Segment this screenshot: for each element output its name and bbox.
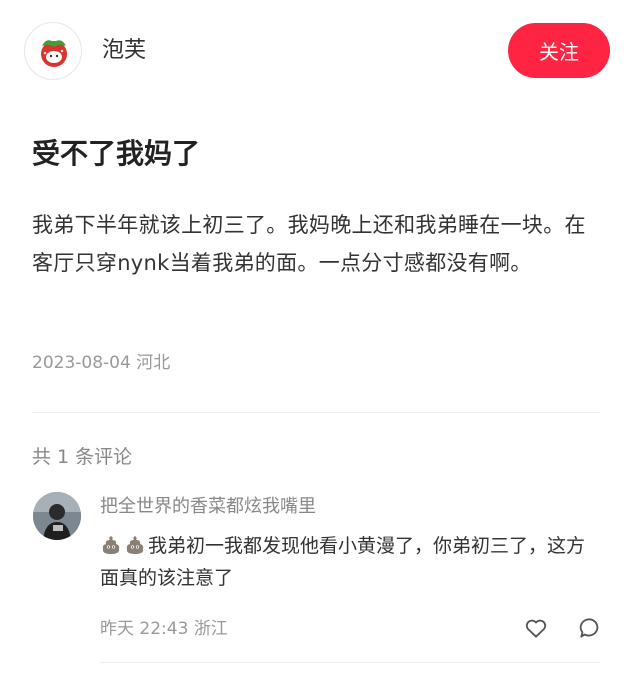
comment-bubble-icon	[579, 618, 599, 638]
heart-icon	[525, 619, 547, 638]
comment-text-block: 我弟初一我都发现他看小黄漫了，你弟初三了，这方面真的该注意了	[100, 530, 600, 594]
comment-meta: 昨天 22:43 浙江	[100, 616, 228, 642]
poop-emoji-icon	[102, 536, 120, 554]
poop-emoji-icon	[126, 536, 144, 554]
comment-location: 浙江	[193, 619, 228, 639]
post-location: 河北	[136, 353, 171, 373]
reply-button[interactable]	[577, 615, 603, 641]
post-title: 受不了我妈了	[32, 137, 201, 170]
comment-count: 共 1 条评论	[32, 446, 133, 468]
divider	[32, 412, 600, 413]
person-photo-icon	[33, 492, 81, 540]
author-avatar[interactable]	[24, 22, 82, 80]
follow-button[interactable]: 关注	[508, 23, 610, 78]
post-header: 泡芙 关注	[0, 0, 632, 100]
strawberry-character-icon	[41, 40, 67, 67]
commenter-avatar[interactable]	[33, 492, 81, 540]
post-content: 我弟下半年就该上初三了。我妈晚上还和我弟睡在一块。在客厅只穿nynk当着我弟的面…	[32, 213, 586, 275]
post-meta: 2023-08-04 河北	[32, 350, 170, 376]
author-name[interactable]: 泡芙	[102, 36, 146, 66]
comment-text: 我弟初一我都发现他看小黄漫了，你弟初三了，这方面真的该注意了	[100, 535, 586, 589]
divider	[100, 662, 600, 663]
post-date: 2023-08-04	[32, 353, 131, 373]
commenter-name[interactable]: 把全世界的香菜都炫我嘴里	[100, 494, 316, 520]
like-button[interactable]	[523, 615, 549, 641]
comment-time: 昨天 22:43	[100, 619, 189, 639]
